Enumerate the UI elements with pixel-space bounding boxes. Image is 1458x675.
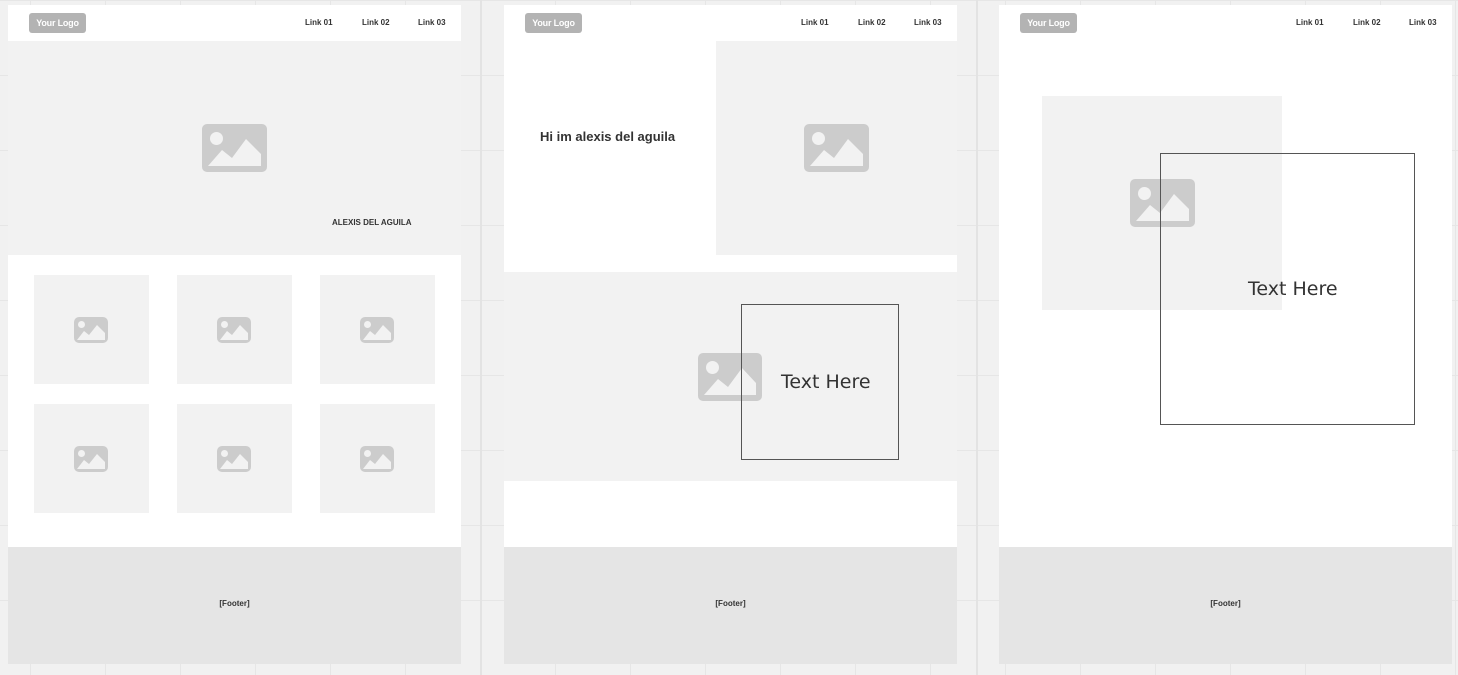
frame-divider xyxy=(480,0,482,675)
frame-divider xyxy=(976,0,978,675)
gallery-item[interactable] xyxy=(320,404,435,513)
footer-label: [Footer] xyxy=(219,599,250,608)
site-footer: [Footer] xyxy=(8,547,461,664)
text-box-label: Text Here xyxy=(1248,278,1338,300)
logo[interactable]: Your Logo xyxy=(29,13,86,33)
wireframe-page-1: Your Logo Link 01 Link 02 Link 03 ALEXIS… xyxy=(8,5,461,664)
footer-label: [Footer] xyxy=(1210,599,1241,608)
nav-link-01[interactable]: Link 01 xyxy=(1296,17,1324,29)
hero-image-placeholder: ALEXIS DEL AGUILA xyxy=(8,41,461,255)
site-footer: [Footer] xyxy=(504,547,957,664)
gallery-item[interactable] xyxy=(177,404,292,513)
gallery-item[interactable] xyxy=(34,404,149,513)
image-placeholder-icon xyxy=(217,317,251,343)
gallery-item[interactable] xyxy=(34,275,149,384)
hero-caption: ALEXIS DEL AGUILA xyxy=(332,218,412,227)
image-placeholder-icon xyxy=(217,446,251,472)
feature-section: Text Here xyxy=(504,272,957,481)
gallery-item[interactable] xyxy=(177,275,292,384)
text-box-label: Text Here xyxy=(781,371,871,393)
nav-link-03[interactable]: Link 03 xyxy=(1409,17,1437,29)
image-placeholder-icon xyxy=(804,124,869,172)
nav-link-03[interactable]: Link 03 xyxy=(914,17,942,29)
site-header: Your Logo Link 01 Link 02 Link 03 xyxy=(504,5,957,41)
image-placeholder-icon xyxy=(74,317,108,343)
image-placeholder-icon xyxy=(360,317,394,343)
image-placeholder-icon xyxy=(360,446,394,472)
hero-image-placeholder xyxy=(716,41,957,255)
nav-link-01[interactable]: Link 01 xyxy=(801,17,829,29)
wireframe-page-2: Your Logo Link 01 Link 02 Link 03 Hi im … xyxy=(504,5,957,664)
site-header: Your Logo Link 01 Link 02 Link 03 xyxy=(999,5,1452,41)
footer-label: [Footer] xyxy=(715,599,746,608)
nav-link-02[interactable]: Link 02 xyxy=(858,17,886,29)
logo[interactable]: Your Logo xyxy=(1020,13,1077,33)
intro-heading: Hi im alexis del aguila xyxy=(540,129,676,144)
nav-link-02[interactable]: Link 02 xyxy=(1353,17,1381,29)
nav-link-01[interactable]: Link 01 xyxy=(305,17,333,29)
wireframe-page-3: Your Logo Link 01 Link 02 Link 03 Text H… xyxy=(999,5,1452,664)
site-footer: [Footer] xyxy=(999,547,1452,664)
nav-link-03[interactable]: Link 03 xyxy=(418,17,446,29)
image-placeholder-icon xyxy=(74,446,108,472)
image-placeholder-icon xyxy=(202,124,267,172)
logo[interactable]: Your Logo xyxy=(525,13,582,33)
gallery-item[interactable] xyxy=(320,275,435,384)
site-header: Your Logo Link 01 Link 02 Link 03 xyxy=(8,5,461,41)
nav-link-02[interactable]: Link 02 xyxy=(362,17,390,29)
